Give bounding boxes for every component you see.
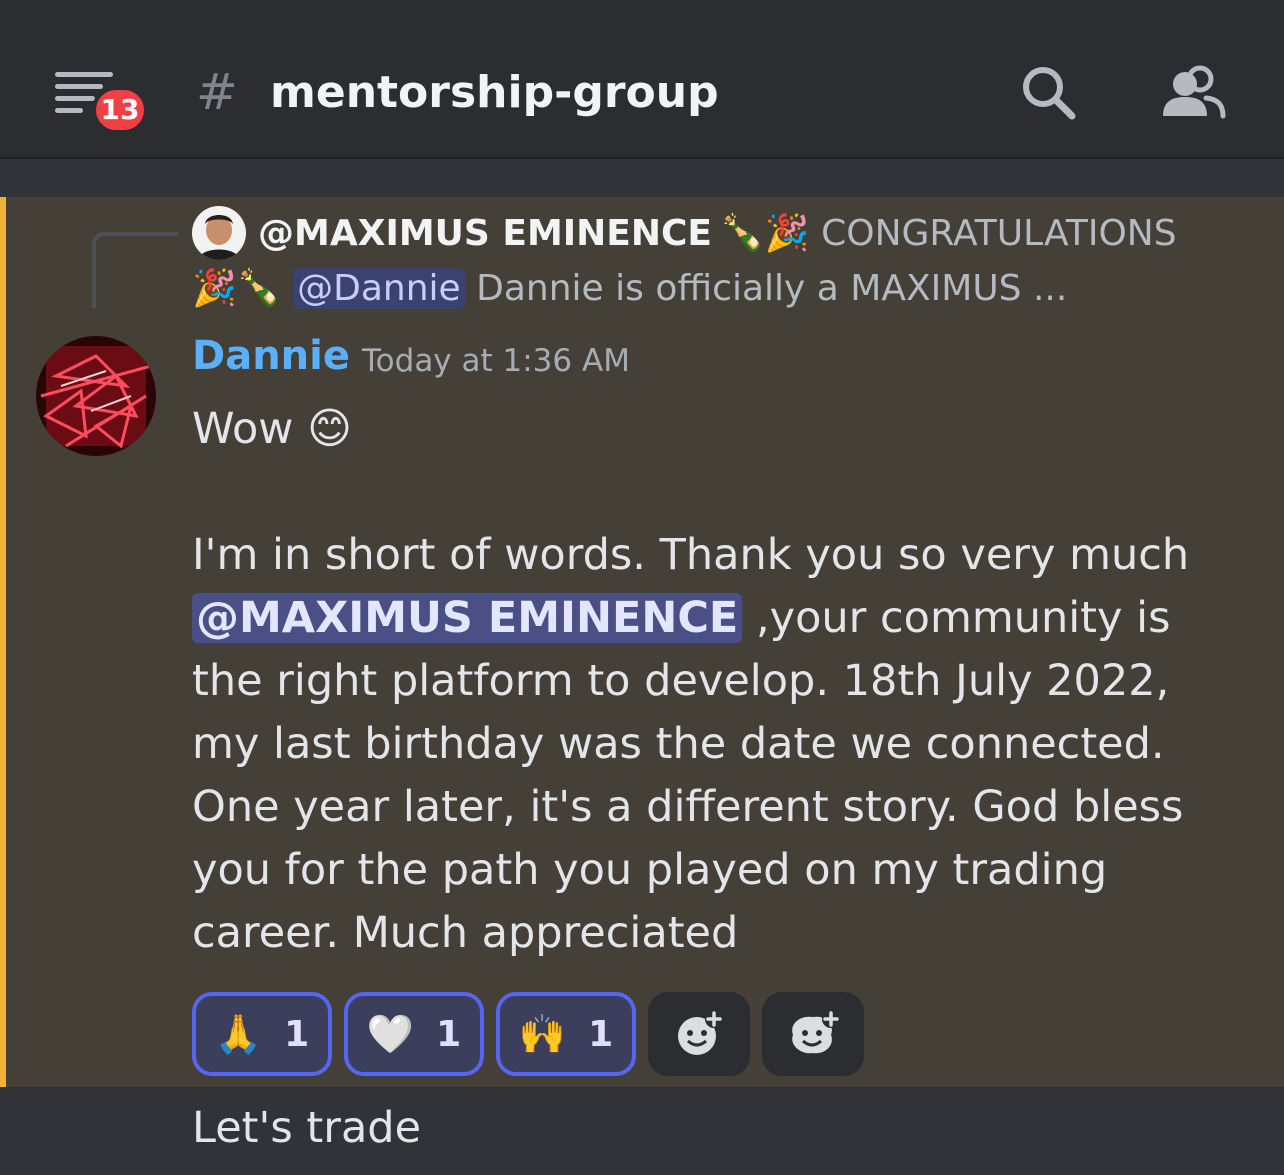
reaction-count: 1 <box>588 1013 614 1055</box>
reply-author[interactable]: @MAXIMUS EMINENCE <box>258 210 712 258</box>
white-heart-emoji: 🤍 <box>366 1011 415 1056</box>
paragraph-start: I'm in short of words. Thank you so very… <box>192 530 1190 580</box>
next-message-text: Let's trade <box>192 1103 422 1153</box>
smile-emoji: 😊 <box>307 404 352 454</box>
message-timestamp: Today at 1:36 AM <box>362 343 630 379</box>
members-icon[interactable] <box>1160 64 1226 120</box>
divider-strip <box>0 159 1284 197</box>
reply-emojis-1: 🍾🎉 <box>720 213 810 254</box>
channel-title: mentorship-group <box>270 67 719 118</box>
message-content: Wow 😊 I'm in short of words. Thank you s… <box>192 398 1232 965</box>
channel-header: 13 # mentorship-group <box>0 0 1284 159</box>
reaction-white-heart[interactable]: 🤍 1 <box>344 992 484 1076</box>
hash-icon: # <box>196 63 238 121</box>
reaction-count: 1 <box>284 1013 310 1055</box>
search-icon[interactable] <box>1020 64 1078 122</box>
message-paragraph: I'm in short of words. Thank you so very… <box>192 524 1232 965</box>
message-mention[interactable]: @MAXIMUS EMINENCE <box>192 593 743 643</box>
unread-badge: 13 <box>92 86 148 134</box>
reply-preview-line2[interactable]: 🎉🍾 @Dannie Dannie is officially a MAXIMU… <box>192 264 1067 314</box>
reply-text-2: Dannie is officially a MAXIMUS ... <box>476 268 1068 309</box>
reply-preview-line1[interactable]: 🍾🎉 CONGRATULATIONS <box>720 210 1177 258</box>
reply-avatar[interactable] <box>192 206 246 260</box>
reply-emojis-2: 🎉🍾 <box>192 268 282 309</box>
reaction-count: 1 <box>436 1013 462 1055</box>
paragraph-end: ,your community is the right platform to… <box>192 593 1184 958</box>
reply-connector <box>92 232 178 308</box>
raised-hands-emoji: 🙌 <box>518 1011 567 1056</box>
super-reaction-icon <box>792 1010 840 1054</box>
add-super-reaction-button[interactable] <box>762 992 864 1076</box>
reactions-bar: 🙏 1 🤍 1 🙌 1 <box>192 992 864 1076</box>
reply-text-1: CONGRATULATIONS <box>821 213 1177 254</box>
add-reaction-icon <box>678 1010 723 1055</box>
reply-mention[interactable]: @Dannie <box>293 268 465 309</box>
message-author[interactable]: Dannie <box>192 328 350 384</box>
reaction-pray[interactable]: 🙏 1 <box>192 992 332 1076</box>
wow-text: Wow <box>192 404 294 454</box>
add-reaction-button[interactable] <box>648 992 750 1076</box>
reaction-raised-hands[interactable]: 🙌 1 <box>496 992 636 1076</box>
message-line-wow: Wow 😊 <box>192 398 1232 461</box>
pray-emoji: 🙏 <box>214 1011 263 1056</box>
avatar[interactable] <box>36 336 156 456</box>
